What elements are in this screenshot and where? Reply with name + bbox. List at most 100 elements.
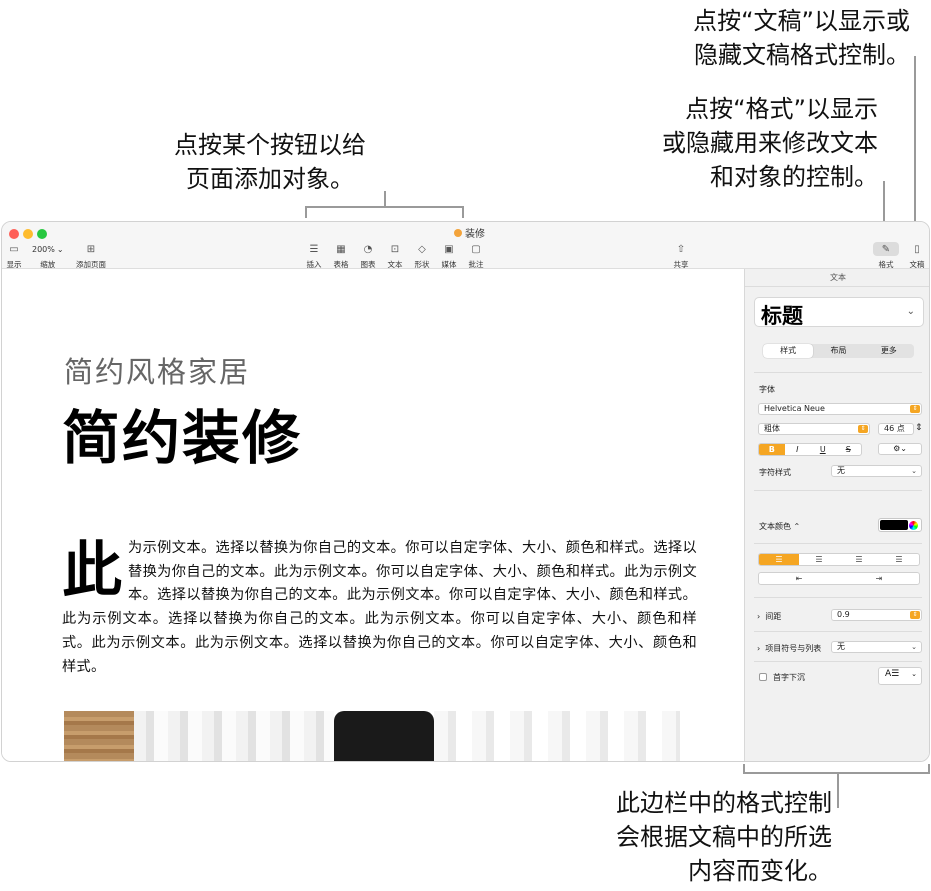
- italic-button[interactable]: I: [785, 444, 811, 455]
- bullets-disclosure[interactable]: › 项目符号与列表: [757, 643, 821, 654]
- document-canvas[interactable]: 简约风格家居 简约装修 此 为示例文本。选择以替换为你自己的文本。你可以自定字体…: [2, 269, 744, 761]
- divider: [754, 490, 922, 491]
- dropcap: 此: [62, 536, 122, 606]
- leader-line: [462, 206, 464, 218]
- document-subtitle[interactable]: 简约风格家居: [64, 349, 250, 391]
- view-button[interactable]: ▭ 显示: [6, 242, 22, 270]
- increase-indent-icon[interactable]: ⇥: [839, 573, 919, 584]
- tab-layout[interactable]: 布局: [813, 344, 863, 358]
- text-color-label: 文本颜色 ⌃: [759, 522, 801, 531]
- paragraph-style-menu[interactable]: 标题 ⌄: [754, 297, 924, 328]
- dropcap-style-menu[interactable]: A☰ ⌄: [878, 667, 922, 685]
- callout-document: 点按“文稿”以显示或 隐藏文稿格式控制。: [693, 7, 910, 69]
- leader-line: [384, 191, 386, 207]
- table-button[interactable]: ▦ 表格: [333, 242, 349, 270]
- document-button[interactable]: ▯ 文稿: [909, 242, 925, 270]
- divider: [754, 372, 922, 373]
- document-icon: [454, 228, 462, 237]
- insert-button[interactable]: ☰ 插入: [306, 242, 322, 270]
- dropcap-checkbox[interactable]: [759, 673, 767, 681]
- chevron-down-icon: ⌄: [906, 306, 915, 317]
- font-weight-menu[interactable]: 粗体 ⇕: [758, 423, 870, 435]
- leader-line: [914, 56, 916, 236]
- plus-icon: ⊞: [86, 243, 96, 255]
- format-button[interactable]: ✎ 格式: [873, 242, 899, 270]
- chevron-down-icon: ⌄: [911, 670, 917, 678]
- divider: [754, 661, 922, 662]
- chevron-up-down-icon: ⇕: [858, 425, 868, 433]
- zoom-window-button[interactable]: [37, 229, 47, 239]
- comment-button[interactable]: ▢ 批注: [468, 242, 484, 270]
- font-name-menu[interactable]: Helvetica Neue ⇕: [758, 403, 922, 415]
- underline-button[interactable]: U: [810, 444, 836, 455]
- interior-photo[interactable]: [64, 711, 680, 761]
- align-right-icon[interactable]: ☰: [839, 554, 879, 565]
- shape-icon: ◇: [418, 243, 426, 255]
- indent-buttons: ⇤ ⇥: [758, 572, 920, 585]
- media-button[interactable]: ▣ 媒体: [441, 242, 457, 270]
- leader-line: [743, 764, 745, 774]
- char-style-menu[interactable]: 无 ⌄: [831, 465, 922, 477]
- format-sidebar: 文本 标题 ⌄ 样式 布局 更多 字体 Helvetica Neue ⇕ 粗体 …: [744, 269, 929, 761]
- pages-window: 装修 ▭ 显示 200% ⌄ 缩放 ⊞ 添加页面 ☰ 插入 ▦ 表格 ◔ 图表 ⊡…: [1, 221, 930, 762]
- spacing-disclosure[interactable]: › 间距: [757, 611, 781, 622]
- window-title: 装修: [454, 225, 485, 240]
- divider: [754, 597, 922, 598]
- font-size-field[interactable]: 46 点: [878, 423, 914, 435]
- chevron-up-down-icon: ⇕: [910, 611, 920, 619]
- strikethrough-button[interactable]: S: [836, 444, 862, 455]
- char-style-label: 字符样式: [759, 468, 791, 477]
- bullets-menu[interactable]: 无 ⌄: [831, 641, 922, 653]
- bold-button[interactable]: B: [759, 444, 785, 455]
- chart-button[interactable]: ◔ 图表: [360, 242, 376, 270]
- gear-icon: ⚙⌄: [893, 444, 907, 453]
- tab-more[interactable]: 更多: [864, 344, 914, 358]
- insert-icon: ☰: [309, 243, 319, 255]
- zoom-menu[interactable]: 200% ⌄ 缩放: [32, 242, 64, 270]
- minimize-window-button[interactable]: [23, 229, 33, 239]
- table-icon: ▦: [336, 243, 346, 255]
- align-left-icon[interactable]: ☰: [759, 554, 799, 565]
- document-icon: ▯: [914, 243, 920, 255]
- text-color-well[interactable]: [878, 518, 922, 532]
- body-paragraph[interactable]: 此 为示例文本。选择以替换为你自己的文本。你可以自定字体、大小、颜色和样式。选择…: [62, 537, 697, 679]
- spacing-menu[interactable]: 0.9 ⇕: [831, 609, 922, 621]
- decrease-indent-icon[interactable]: ⇤: [759, 573, 839, 584]
- tab-style[interactable]: 样式: [763, 344, 814, 358]
- comment-icon: ▢: [471, 243, 481, 255]
- dropcap-style-icon: A☰: [885, 669, 900, 679]
- leader-line: [305, 206, 464, 208]
- sidebar-tabs: 样式 布局 更多: [763, 344, 914, 358]
- sidebar-icon: ▭: [9, 243, 19, 255]
- chevron-up-down-icon: ⇕: [910, 405, 920, 413]
- chevron-down-icon: ⌄: [56, 244, 64, 254]
- leader-line: [837, 772, 839, 808]
- toolbar: 装修 ▭ 显示 200% ⌄ 缩放 ⊞ 添加页面 ☰ 插入 ▦ 表格 ◔ 图表 ⊡…: [2, 222, 929, 269]
- share-icon: ⇧: [676, 243, 686, 255]
- dropcap-label: 首字下沉: [773, 673, 805, 682]
- text-button[interactable]: ⊡ 文本: [387, 242, 403, 270]
- leader-line: [305, 206, 307, 218]
- shape-button[interactable]: ◇ 形状: [414, 242, 430, 270]
- share-button[interactable]: ⇧ 共享: [673, 242, 689, 270]
- paintbrush-icon: ✎: [873, 242, 899, 256]
- text-options-menu[interactable]: ⚙⌄: [878, 443, 922, 455]
- add-page-button[interactable]: ⊞ 添加页面: [76, 242, 106, 270]
- chevron-down-icon: ⌄: [911, 643, 917, 651]
- bius-buttons: B I U S: [758, 443, 862, 456]
- photo-icon: ▣: [444, 243, 454, 255]
- color-swatch: [880, 520, 908, 530]
- chart-icon: ◔: [363, 243, 373, 255]
- stepper-icon[interactable]: ⇕: [915, 423, 923, 433]
- close-window-button[interactable]: [9, 229, 19, 239]
- align-center-icon[interactable]: ☰: [799, 554, 839, 565]
- justify-icon[interactable]: ☰: [879, 554, 919, 565]
- color-wheel-icon[interactable]: [909, 521, 918, 530]
- alignment-buttons: ☰ ☰ ☰ ☰: [758, 553, 920, 566]
- font-label: 字体: [759, 385, 775, 394]
- sidebar-header: 文本: [745, 269, 929, 287]
- document-title[interactable]: 简约装修: [62, 391, 302, 475]
- text-box-icon: ⊡: [390, 243, 400, 255]
- divider: [754, 543, 922, 544]
- body-text: 为示例文本。选择以替换为你自己的文本。你可以自定字体、大小、颜色和样式。选择以替…: [62, 540, 697, 675]
